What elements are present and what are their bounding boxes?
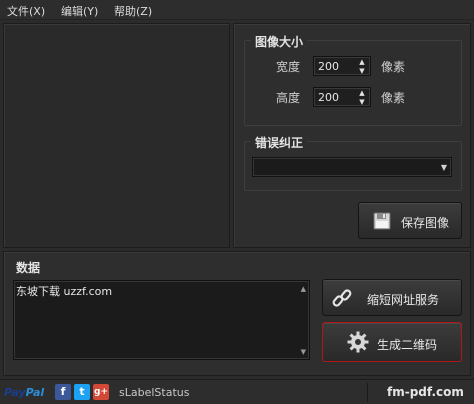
width-unit: 像素 [381,60,406,74]
twitter-icon[interactable]: t [74,384,90,400]
spin-down-icon[interactable]: ▼ [356,67,368,75]
data-input[interactable]: 东坡下载 uzzf.com ▲ ▼ [13,280,310,360]
data-text: 东坡下载 uzzf.com [16,285,113,298]
width-label: 宽度 [276,60,301,74]
menu-file[interactable]: 文件(X) [7,3,45,19]
qr-preview-area [3,23,230,248]
save-image-label: 保存图像 [401,216,450,230]
status-bar: PayPal f t g+ sLabelStatus fm-pdf.com [0,379,474,404]
height-unit: 像素 [381,91,406,105]
height-value: 200 [318,91,339,104]
status-label: sLabelStatus [119,386,190,399]
googleplus-icon[interactable]: g+ [93,384,109,400]
data-title: 数据 [16,261,41,275]
image-size-group: 图像大小 宽度 200 ▲ ▼ 像素 高度 200 ▲ ▼ 像素 [244,33,462,126]
status-divider [367,383,368,402]
site-link[interactable]: fm-pdf.com [387,385,464,399]
gear-icon [347,331,369,356]
dropdown-arrow-icon[interactable]: ▼ [441,163,447,172]
width-spinbox[interactable]: 200 ▲ ▼ [313,56,371,76]
paypal-logo[interactable]: PayPal [4,386,44,399]
chain-link-icon [331,287,353,312]
generate-qr-label: 生成二维码 [377,338,438,352]
facebook-icon[interactable]: f [55,384,71,400]
width-value: 200 [318,60,339,73]
generate-qr-button[interactable]: 生成二维码 [322,322,462,362]
error-correction-select[interactable]: ▼ [252,157,452,177]
save-image-button[interactable]: 保存图像 [358,202,462,239]
height-label: 高度 [276,91,301,105]
scroll-down-icon[interactable]: ▼ [301,348,306,356]
shorten-url-button[interactable]: 缩短网址服务 [322,279,462,316]
menu-help[interactable]: 帮助(Z) [114,3,152,19]
image-size-title: 图像大小 [251,33,308,50]
spin-up-icon[interactable]: ▲ [356,58,368,66]
spin-up-icon[interactable]: ▲ [356,89,368,97]
height-spinbox[interactable]: 200 ▲ ▼ [313,87,371,107]
paypal-pal: Pal [25,386,45,399]
shorten-url-label: 缩短网址服务 [367,293,440,307]
spin-down-icon[interactable]: ▼ [356,98,368,106]
scroll-up-icon[interactable]: ▲ [301,285,306,293]
menu-edit[interactable]: 编辑(Y) [61,3,98,19]
floppy-disk-icon [373,212,391,233]
menu-bar: 文件(X) 编辑(Y) 帮助(Z) [0,0,474,20]
error-correction-title: 错误纠正 [251,134,308,151]
paypal-pay: Pay [4,386,26,399]
